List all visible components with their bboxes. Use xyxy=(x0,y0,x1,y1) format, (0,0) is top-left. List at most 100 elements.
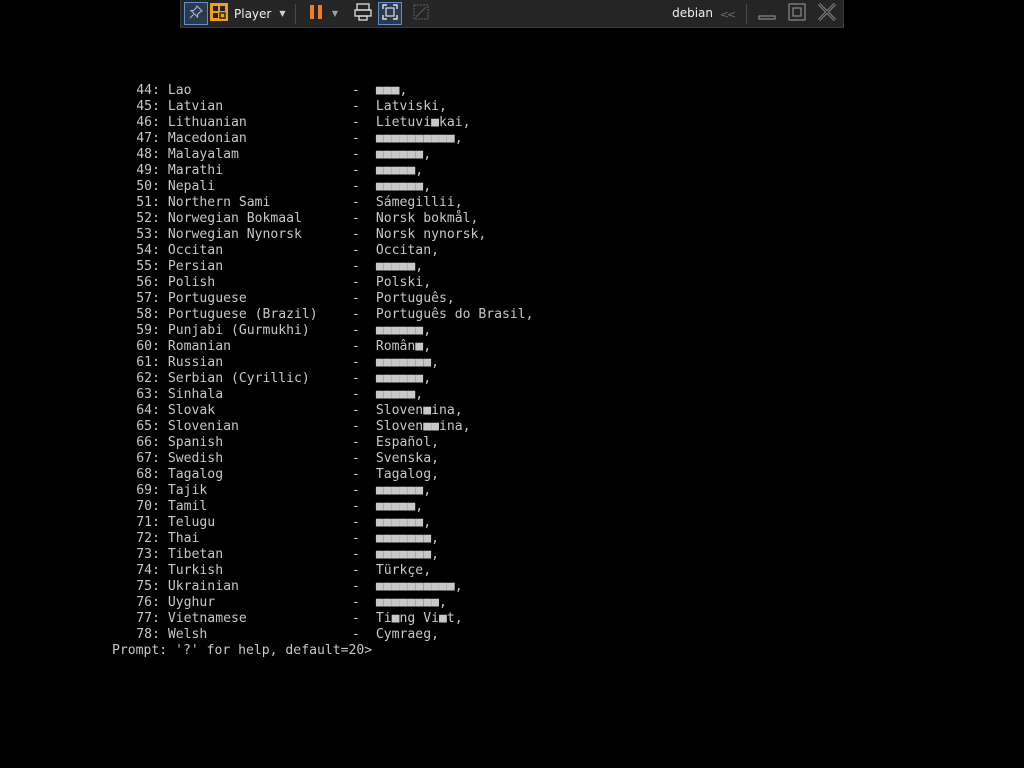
native-language-name: Español, xyxy=(375,435,439,450)
player-menu[interactable]: Player ▼ xyxy=(210,2,290,25)
native-language-name: Ti■ng Vi■t, xyxy=(375,611,463,626)
language-name: Uyghur xyxy=(167,595,216,610)
language-name: Swedish xyxy=(167,451,224,466)
option-colon: : xyxy=(152,99,160,114)
close-button[interactable] xyxy=(815,2,839,25)
option-colon: : xyxy=(152,595,160,610)
pin-toolbar-button[interactable] xyxy=(184,2,208,25)
option-number: 76 xyxy=(136,595,152,610)
language-option-row: 69: Tajik - ■■■■■■, xyxy=(112,483,534,499)
language-option-row: 76: Uyghur - ■■■■■■■■, xyxy=(112,595,534,611)
collapse-toolbar-button[interactable]: << xyxy=(717,4,737,24)
input-prompt[interactable]: Prompt: '?' for help, default=20> xyxy=(112,643,534,659)
option-colon: : xyxy=(152,115,160,130)
option-colon: : xyxy=(152,451,160,466)
separator-dash: - xyxy=(351,419,360,434)
option-colon: : xyxy=(152,435,160,450)
separator-dash: - xyxy=(351,227,360,242)
language-name: Northern Sami xyxy=(167,195,271,210)
option-number: 67 xyxy=(136,451,152,466)
native-language-name: Lietuvi■kai, xyxy=(375,115,471,130)
option-colon: : xyxy=(152,563,160,578)
native-language-name: ■■■■■■■■, xyxy=(375,595,447,610)
separator-dash: - xyxy=(351,371,360,386)
language-option-row: 55: Persian - ■■■■■, xyxy=(112,259,534,275)
language-name: Lao xyxy=(167,83,192,98)
player-logo-icon xyxy=(210,3,228,24)
unity-mode-button[interactable] xyxy=(409,2,433,25)
option-colon: : xyxy=(152,579,160,594)
language-option-row: 44: Lao - ■■■, xyxy=(112,83,534,99)
option-colon: : xyxy=(152,355,160,370)
option-number: 48 xyxy=(136,147,152,162)
option-number: 57 xyxy=(136,291,152,306)
language-name: Tagalog xyxy=(167,467,224,482)
terminal-console[interactable]: 44: Lao - ■■■, 45: Latvian - Latviski, 46: Lit… xyxy=(112,83,534,659)
option-colon: : xyxy=(152,83,160,98)
option-colon: : xyxy=(152,163,160,178)
toolbar-divider xyxy=(746,4,747,24)
native-language-name: Português do Brasil, xyxy=(375,307,534,322)
vm-screen[interactable]: Player ▼ ▼ debian << 44: Lao - ■■■, 45: … xyxy=(0,0,1024,768)
native-language-name: ■■■■■, xyxy=(375,259,424,274)
pause-icon xyxy=(309,4,323,23)
toolbar-divider xyxy=(295,4,296,24)
separator-dash: - xyxy=(351,579,360,594)
option-number: 50 xyxy=(136,179,152,194)
native-language-name: ■■■■■■, xyxy=(375,483,432,498)
language-name: Punjabi (Gurmukhi) xyxy=(167,323,310,338)
separator-dash: - xyxy=(351,163,360,178)
option-colon: : xyxy=(152,499,160,514)
option-number: 75 xyxy=(136,579,152,594)
language-name: Welsh xyxy=(167,627,208,642)
separator-dash: - xyxy=(351,531,360,546)
option-colon: : xyxy=(152,339,160,354)
option-colon: : xyxy=(152,403,160,418)
option-colon: : xyxy=(152,131,160,146)
separator-dash: - xyxy=(351,451,360,466)
language-option-row: 54: Occitan - Occitan, xyxy=(112,243,534,259)
native-language-name: Polski, xyxy=(375,275,432,290)
native-language-name: Român■, xyxy=(375,339,432,354)
native-language-name: ■■■■■■, xyxy=(375,515,432,530)
language-option-row: 46: Lithuanian - Lietuvi■kai, xyxy=(112,115,534,131)
send-ctrl-alt-del-button[interactable] xyxy=(351,2,375,25)
native-language-name: ■■■■■■, xyxy=(375,147,432,162)
fullscreen-button[interactable] xyxy=(378,2,402,25)
power-options-dropdown[interactable]: ▼ xyxy=(329,2,341,25)
option-colon: : xyxy=(152,259,160,274)
separator-dash: - xyxy=(351,275,360,290)
language-option-row: 74: Turkish - Türkçe, xyxy=(112,563,534,579)
language-option-row: 59: Punjabi (Gurmukhi) - ■■■■■■, xyxy=(112,323,534,339)
separator-dash: - xyxy=(351,195,360,210)
separator-dash: - xyxy=(351,515,360,530)
option-number: 54 xyxy=(136,243,152,258)
option-number: 55 xyxy=(136,259,152,274)
player-menu-label: Player xyxy=(234,6,272,21)
native-language-name: ■■■■■, xyxy=(375,499,424,514)
separator-dash: - xyxy=(351,563,360,578)
language-option-row: 68: Tagalog - Tagalog, xyxy=(112,467,534,483)
pause-button[interactable] xyxy=(305,2,327,25)
minimize-button[interactable] xyxy=(755,2,779,25)
restore-button[interactable] xyxy=(785,2,809,25)
separator-dash: - xyxy=(351,147,360,162)
language-name: Telugu xyxy=(167,515,216,530)
separator-dash: - xyxy=(351,115,360,130)
language-name: Slovak xyxy=(167,403,216,418)
separator-dash: - xyxy=(351,627,360,642)
option-colon: : xyxy=(152,467,160,482)
language-option-row: 45: Latvian - Latviski, xyxy=(112,99,534,115)
language-option-row: 73: Tibetan - ■■■■■■■, xyxy=(112,547,534,563)
language-option-row: 72: Thai - ■■■■■■■, xyxy=(112,531,534,547)
option-number: 60 xyxy=(136,339,152,354)
native-language-name: ■■■■■, xyxy=(375,387,424,402)
language-name: Tibetan xyxy=(167,547,224,562)
language-name: Latvian xyxy=(167,99,224,114)
separator-dash: - xyxy=(351,467,360,482)
option-number: 71 xyxy=(136,515,152,530)
language-option-row: 61: Russian - ■■■■■■■, xyxy=(112,355,534,371)
separator-dash: - xyxy=(351,211,360,226)
option-colon: : xyxy=(152,147,160,162)
separator-dash: - xyxy=(351,323,360,338)
